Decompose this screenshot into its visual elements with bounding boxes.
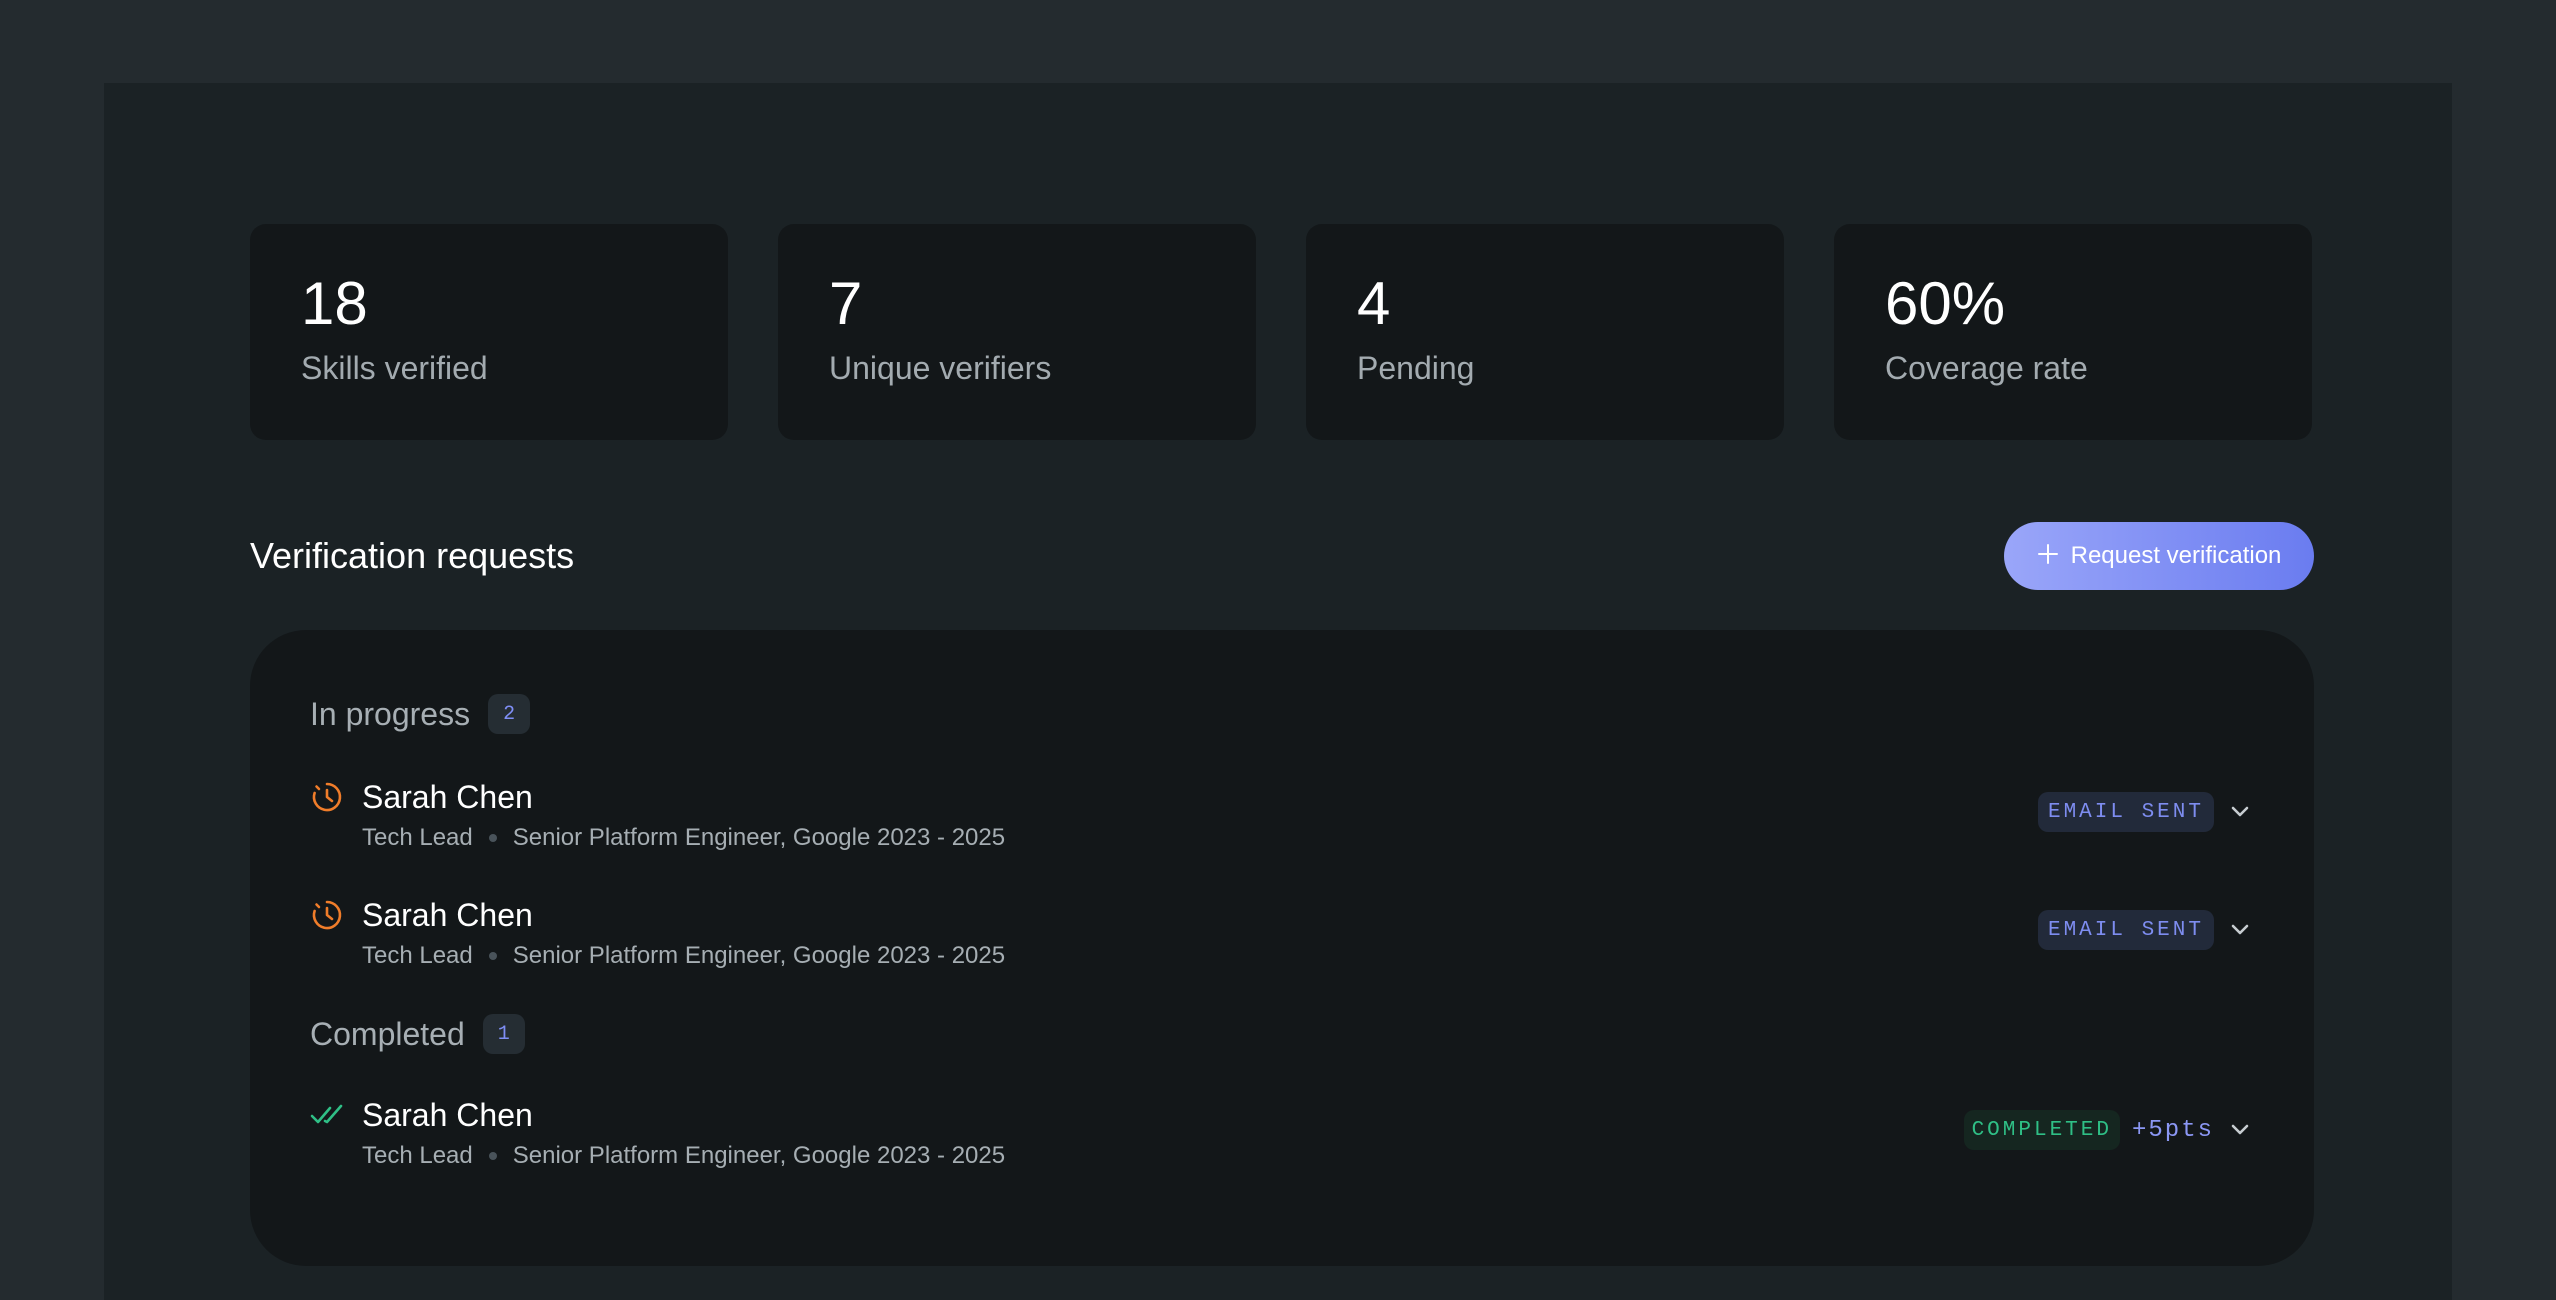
plus-icon [2037,541,2059,571]
requests-panel: In progress 2 Sarah Chen Tech Lead Senio… [250,630,2314,1266]
chevron-down-icon[interactable] [2226,916,2254,944]
verifier-role: Tech Lead [362,1142,473,1170]
verifier-name: Sarah Chen [362,779,533,815]
clock-icon [312,900,342,930]
main-content: 18 Skills verified 7 Unique verifiers 4 … [250,224,2314,1266]
section-title: Verification requests [250,535,575,576]
separator-dot [488,834,497,843]
stat-value: 60% [1885,270,2006,337]
stat-value: 4 [1357,270,1391,337]
verifier-name: Sarah Chen [362,897,533,933]
item-actions: COMPLETED +5pts [1963,1110,2254,1150]
app-frame: 18 Skills verified 7 Unique verifiers 4 … [104,83,2452,1300]
request-verification-label: Request verification [2070,542,2282,569]
double-check-icon [310,1104,343,1124]
group-title: Completed [310,1015,465,1052]
points-label: +5pts [2131,1116,2214,1144]
list-item[interactable]: Sarah Chen Tech Lead Senior Platform Eng… [310,884,2254,1002]
item-body: Sarah Chen Tech Lead Senior Platform Eng… [362,1084,1005,1170]
group-title: In progress [310,695,471,732]
stats-row: 18 Skills verified 7 Unique verifiers 4 … [250,224,2314,440]
verifier-detail: Senior Platform Engineer, Google 2023 - … [512,1142,1006,1170]
verifier-meta: Tech Lead Senior Platform Engineer, Goog… [362,942,1005,970]
group-header-completed: Completed 1 [310,1012,2254,1056]
group-header-in-progress: In progress 2 [310,692,2254,736]
stat-label: Pending [1357,350,1475,386]
stat-card-pending: 4 Pending [1306,224,1784,440]
list-item[interactable]: Sarah Chen Tech Lead Senior Platform Eng… [310,1084,2254,1202]
clock-icon [312,782,342,812]
status-badge: EMAIL SENT [2037,910,2214,950]
stat-value: 7 [829,270,863,337]
chevron-down-icon[interactable] [2226,1116,2254,1144]
verifier-role: Tech Lead [362,824,473,852]
verifier-name: Sarah Chen [362,1097,533,1133]
item-body: Sarah Chen Tech Lead Senior Platform Eng… [362,884,1005,970]
count-badge: 2 [488,694,531,734]
item-actions: EMAIL SENT [2037,910,2254,950]
item-actions: EMAIL SENT [2037,792,2254,832]
stat-label: Skills verified [301,350,488,386]
stat-card-unique-verifiers: 7 Unique verifiers [778,224,1256,440]
stat-label: Unique verifiers [829,350,1052,386]
stat-label: Coverage rate [1885,350,2088,386]
request-verification-button[interactable]: Request verification [2004,522,2314,590]
verifier-meta: Tech Lead Senior Platform Engineer, Goog… [362,824,1005,852]
chevron-down-icon[interactable] [2226,798,2254,826]
count-badge: 1 [482,1014,525,1054]
stat-card-coverage-rate: 60% Coverage rate [1834,224,2312,440]
verifier-role: Tech Lead [362,942,473,970]
section-header: Verification requests Request verificati… [250,522,2314,590]
status-badge: EMAIL SENT [2037,792,2214,832]
separator-dot [488,1152,497,1161]
verifier-meta: Tech Lead Senior Platform Engineer, Goog… [362,1142,1005,1170]
verifier-detail: Senior Platform Engineer, Google 2023 - … [512,942,1006,970]
stat-value: 18 [301,270,368,337]
item-body: Sarah Chen Tech Lead Senior Platform Eng… [362,766,1005,852]
verifier-detail: Senior Platform Engineer, Google 2023 - … [512,824,1006,852]
stat-card-skills-verified: 18 Skills verified [250,224,728,440]
separator-dot [488,952,497,961]
list-item[interactable]: Sarah Chen Tech Lead Senior Platform Eng… [310,766,2254,884]
status-badge: COMPLETED [1963,1110,2120,1150]
